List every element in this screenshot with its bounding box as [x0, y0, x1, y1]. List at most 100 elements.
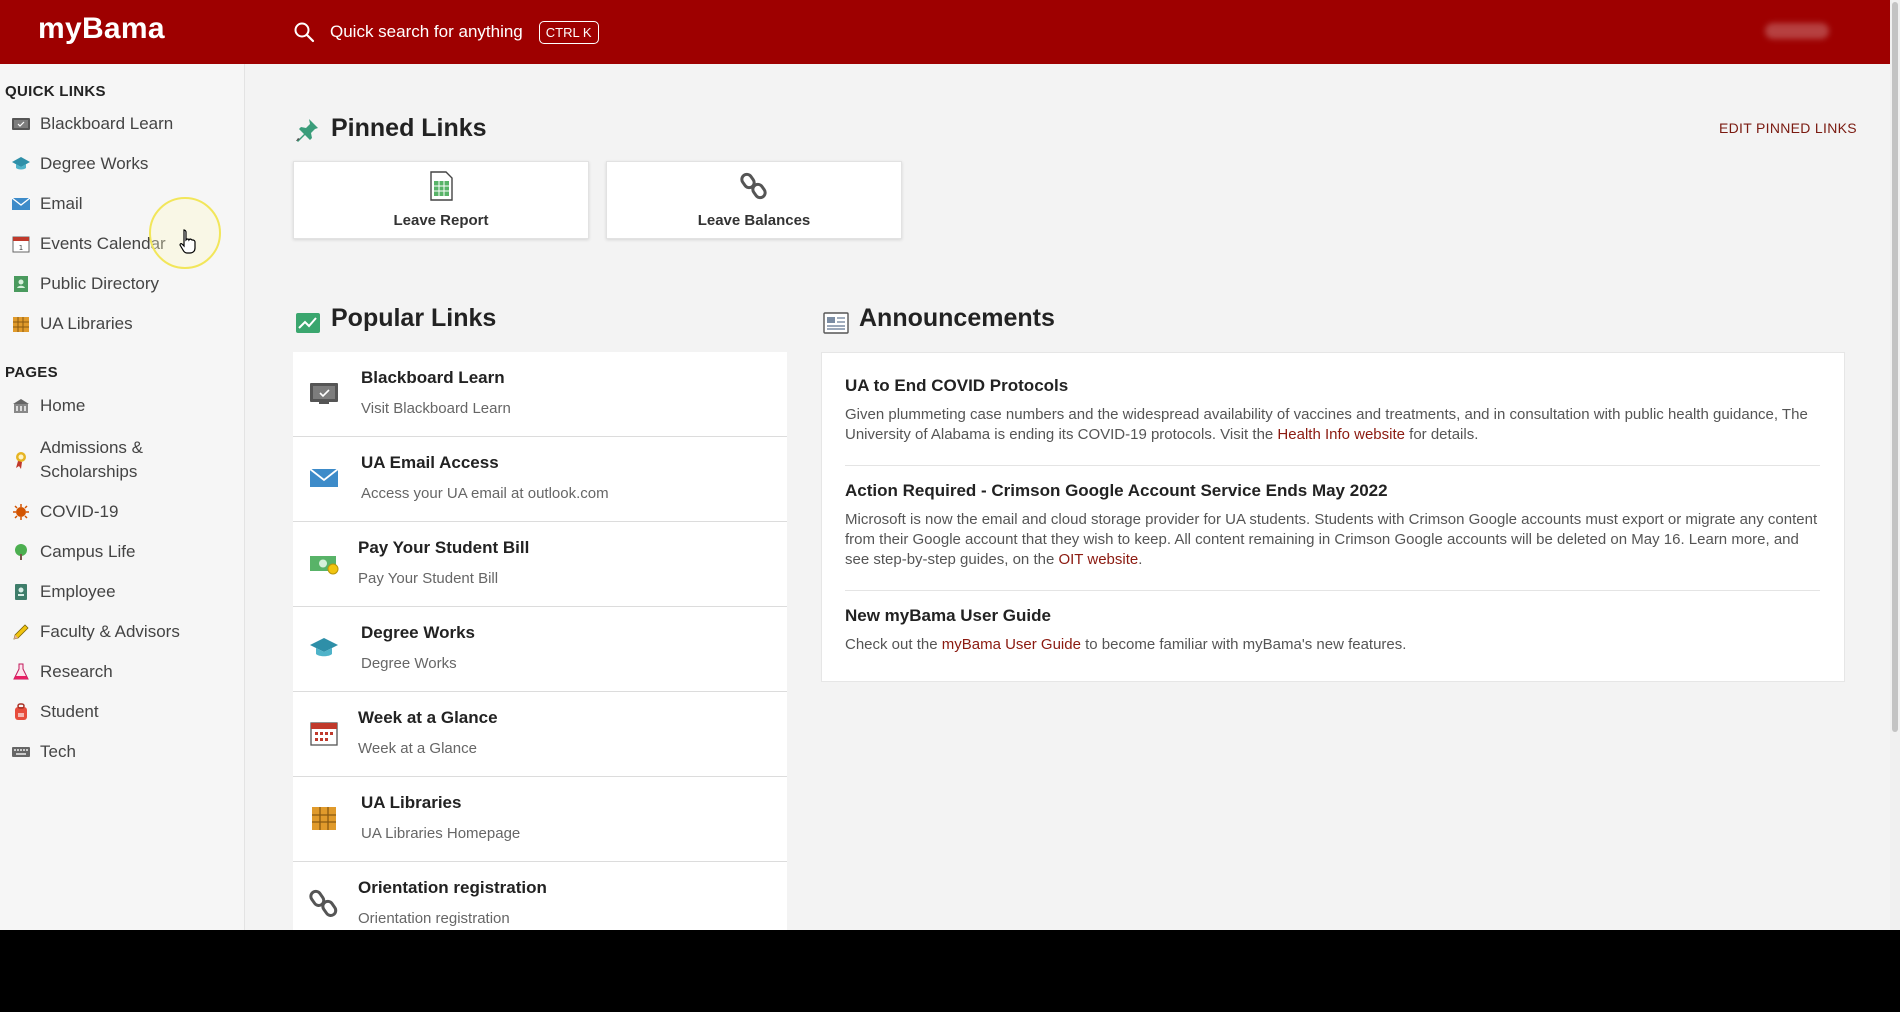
oit-website-link[interactable]: OIT website: [1058, 551, 1138, 568]
popular-link-title: Pay Your Student Bill: [358, 538, 530, 557]
sidebar-item-faculty-advisors[interactable]: Faculty & Advisors: [10, 620, 238, 644]
popular-link-title: Degree Works: [361, 623, 476, 642]
popular-link-subtitle: Visit Blackboard Learn: [361, 400, 511, 417]
popular-link-title: Blackboard Learn: [361, 368, 505, 387]
pencil-icon: [10, 621, 32, 643]
announcement-text: Check out the: [845, 636, 942, 653]
announcement-title: Action Required - Crimson Google Account…: [845, 481, 1388, 500]
top-bar: myBama Quick search for anything CTRL K: [0, 0, 1890, 64]
calendar-icon: 1: [10, 233, 32, 255]
sidebar-item-ua-libraries[interactable]: UA Libraries: [10, 312, 238, 336]
sidebar-item-label: Employee: [40, 582, 116, 601]
user-menu[interactable]: [1765, 23, 1829, 39]
announcement-body: Microsoft is now the email and cloud sto…: [845, 510, 1820, 570]
newspaper-icon: [823, 312, 849, 334]
mybama-user-guide-link[interactable]: myBama User Guide: [942, 636, 1081, 653]
popular-link-pay-student-bill[interactable]: Pay Your Student Bill Pay Your Student B…: [293, 522, 787, 607]
sidebar-item-label: Blackboard Learn: [40, 114, 174, 133]
backpack-icon: [10, 701, 32, 723]
popular-link-degree-works[interactable]: Degree Works Degree Works: [293, 607, 787, 692]
graduation-cap-icon: [10, 153, 32, 175]
sidebar-item-label: Research: [40, 662, 113, 681]
announcement-text: .: [1138, 551, 1143, 568]
popular-link-ua-libraries[interactable]: UA Libraries UA Libraries Homepage: [293, 777, 787, 862]
popular-links-heading: Popular Links: [331, 304, 497, 332]
sidebar-item-research[interactable]: Research: [10, 660, 238, 684]
scrollbar-thumb[interactable]: [1892, 2, 1898, 732]
sidebar-item-label: Email: [40, 194, 83, 213]
pinned-link-leave-balances[interactable]: Leave Balances: [606, 161, 902, 239]
app-window: myBama Quick search for anything CTRL K …: [0, 0, 1890, 930]
announcements-panel: UA to End COVID Protocols Given plummeti…: [821, 352, 1845, 682]
announcement-item: Action Required - Crimson Google Account…: [845, 481, 1820, 570]
sidebar-item-label: Public Directory: [40, 274, 160, 293]
building-icon: [10, 395, 32, 417]
main-content: Pinned Links EDIT PINNED LINKS Leave Rep…: [244, 64, 1890, 930]
search-icon: [294, 22, 315, 43]
announcement-item: New myBama User Guide Check out the myBa…: [845, 606, 1820, 655]
tree-icon: [10, 541, 32, 563]
keyboard-shortcut-badge: CTRL K: [538, 20, 599, 44]
sidebar-item-label: UA Libraries: [40, 314, 133, 333]
announcement-body: Check out the myBama User Guide to becom…: [845, 635, 1820, 655]
calendar-icon: [310, 722, 338, 746]
chain-link-icon: [740, 172, 767, 200]
sidebar-item-label: Degree Works: [40, 154, 149, 173]
sidebar-item-label: Faculty & Advisors: [40, 622, 180, 641]
monitor-icon: [10, 113, 32, 135]
sidebar-item-label: Student: [40, 702, 99, 721]
edit-pinned-links-button[interactable]: EDIT PINNED LINKS: [1719, 120, 1857, 136]
sidebar-item-tech[interactable]: Tech: [10, 740, 238, 764]
bookshelf-icon: [312, 807, 336, 830]
sidebar-item-campus-life[interactable]: Campus Life: [10, 540, 238, 564]
svg-text:1: 1: [19, 244, 23, 252]
sidebar-item-label: Events Calendar: [40, 234, 166, 253]
id-badge-icon: [10, 581, 32, 603]
announcement-text: Microsoft is now the email and cloud sto…: [845, 511, 1818, 568]
quick-links-heading: QUICK LINKS: [5, 83, 106, 100]
mybama-logo[interactable]: myBama: [38, 12, 165, 46]
bookshelf-icon: [10, 313, 32, 335]
popular-link-subtitle: Week at a Glance: [358, 740, 477, 757]
announcement-text: to become familiar with myBama's new fea…: [1080, 636, 1407, 653]
announcement-item: UA to End COVID Protocols Given plummeti…: [845, 376, 1820, 445]
popular-link-orientation-registration[interactable]: Orientation registration Orientation reg…: [293, 862, 787, 930]
popular-links-list: Blackboard Learn Visit Blackboard Learn …: [293, 352, 787, 930]
health-info-website-link[interactable]: Health Info website: [1277, 426, 1405, 443]
pages-heading: PAGES: [5, 364, 58, 381]
pinned-links-heading: Pinned Links: [331, 114, 487, 142]
sidebar-item-blackboard-learn[interactable]: Blackboard Learn: [10, 112, 238, 136]
sidebar-item-employee[interactable]: Employee: [10, 580, 238, 604]
popular-link-blackboard-learn[interactable]: Blackboard Learn Visit Blackboard Learn: [293, 352, 787, 437]
chain-link-icon: [309, 889, 338, 917]
pinned-link-label: Leave Balances: [697, 212, 811, 229]
popular-link-title: Week at a Glance: [358, 708, 498, 727]
sidebar-item-covid-19[interactable]: COVID-19: [10, 500, 238, 524]
popular-link-title: Orientation registration: [358, 878, 547, 897]
chart-growth-icon: [296, 313, 320, 333]
pushpin-icon: [296, 119, 318, 142]
sidebar-item-home[interactable]: Home: [10, 394, 238, 418]
divider: [845, 590, 1820, 591]
announcement-text: for details.: [1405, 426, 1479, 443]
popular-link-week-at-a-glance[interactable]: Week at a Glance Week at a Glance: [293, 692, 787, 777]
announcement-body: Given plummeting case numbers and the wi…: [845, 405, 1820, 445]
divider: [845, 465, 1820, 466]
sidebar-item-student[interactable]: Student: [10, 700, 238, 724]
sidebar-item-degree-works[interactable]: Degree Works: [10, 152, 238, 176]
popular-link-subtitle: Access your UA email at outlook.com: [361, 485, 609, 502]
quick-search[interactable]: Quick search for anything CTRL K: [292, 18, 599, 46]
pinned-link-leave-report[interactable]: Leave Report: [293, 161, 589, 239]
sidebar-item-label: Campus Life: [40, 542, 136, 561]
sidebar-item-label: Admissions & Scholarships: [40, 438, 143, 481]
envelope-icon: [309, 468, 339, 487]
vertical-scrollbar[interactable]: [1890, 0, 1900, 930]
money-icon: [310, 556, 339, 575]
search-placeholder: Quick search for anything: [330, 22, 523, 41]
sidebar: QUICK LINKS Blackboard Learn Degree Work…: [0, 64, 245, 930]
popular-link-ua-email-access[interactable]: UA Email Access Access your UA email at …: [293, 437, 787, 522]
spreadsheet-icon: [430, 171, 453, 201]
flask-icon: [10, 661, 32, 683]
sidebar-item-admissions-scholarships[interactable]: Admissions & Scholarships: [10, 436, 238, 484]
sidebar-item-public-directory[interactable]: Public Directory: [10, 272, 238, 296]
